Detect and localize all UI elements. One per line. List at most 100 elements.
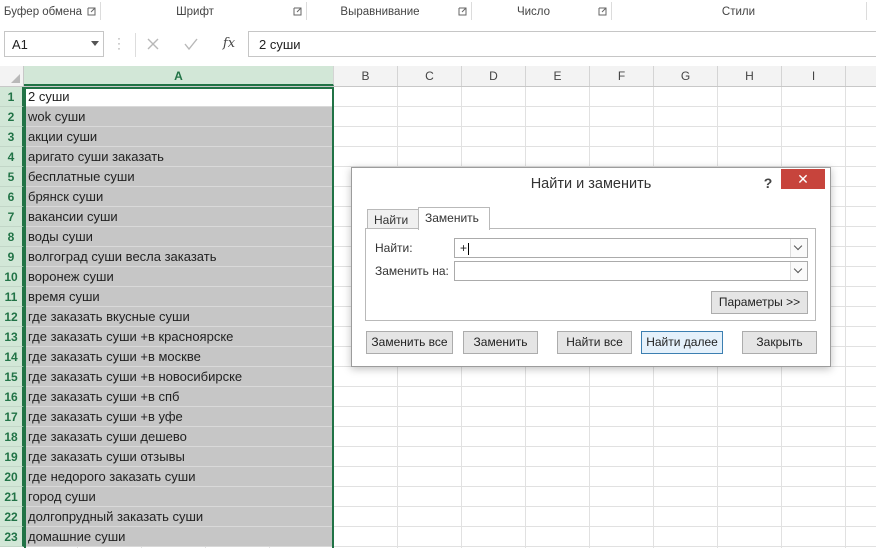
ribbon-group-clipboard: Буфер обмена <box>0 0 86 24</box>
row-header[interactable]: 10 <box>0 267 24 287</box>
cell-a[interactable]: где заказать суши +в красноярске <box>24 327 333 347</box>
row-header[interactable]: 8 <box>0 227 24 247</box>
column-header-a[interactable]: A <box>24 66 334 86</box>
font-dialog-launcher-icon[interactable] <box>293 7 302 16</box>
cell-a[interactable]: аригато суши заказать <box>24 147 333 167</box>
column-headers: A B C D E F G H I <box>0 66 876 87</box>
ribbon-group-number-label: Число <box>516 6 551 18</box>
column-header-e[interactable]: E <box>526 66 590 86</box>
cell-a[interactable]: где заказать вкусные суши <box>24 307 333 327</box>
column-a-cells: 2 суши wok суши акции суши аригато суши зак… <box>24 87 333 547</box>
find-all-button[interactable]: Найти все <box>557 331 632 354</box>
row-header[interactable]: 19 <box>0 447 24 467</box>
column-header-b[interactable]: B <box>334 66 398 86</box>
column-header-f[interactable]: F <box>590 66 654 86</box>
cell-a[interactable]: время суши <box>24 287 333 307</box>
cell-a[interactable]: домашние суши <box>24 527 333 547</box>
row-header[interactable]: 15 <box>0 367 24 387</box>
replace-with-combobox[interactable] <box>454 261 808 281</box>
chevron-down-icon[interactable] <box>790 239 807 257</box>
cell-a[interactable]: wok суши <box>24 107 333 127</box>
cell-a[interactable]: брянск суши <box>24 187 333 207</box>
tab-replace[interactable]: Заменить <box>418 207 490 230</box>
row-header[interactable]: 17 <box>0 407 24 427</box>
row-headers: 1 2 3 4 5 6 7 8 9 10 11 12 13 14 15 16 17 18 19 20 21 22 23 <box>0 87 24 547</box>
cell-a[interactable]: где заказать суши +в уфе <box>24 407 333 427</box>
chevron-down-icon[interactable] <box>790 262 807 280</box>
cell-a[interactable]: долгопрудный заказать суши <box>24 507 333 527</box>
name-box-value: A1 <box>12 37 28 52</box>
find-replace-dialog: Найти и заменить ? ✕ Найти Заменить Найт… <box>351 167 831 367</box>
find-what-combobox[interactable]: + <box>454 238 808 258</box>
alignment-dialog-launcher-icon[interactable] <box>458 7 467 16</box>
column-header-d[interactable]: D <box>462 66 526 86</box>
replace-with-label: Заменить на: <box>375 264 449 278</box>
row-header[interactable]: 11 <box>0 287 24 307</box>
cell-a[interactable]: акции суши <box>24 127 333 147</box>
row-header[interactable]: 6 <box>0 187 24 207</box>
dialog-close-button[interactable]: ✕ <box>781 169 825 189</box>
options-button[interactable]: Параметры >> <box>711 291 808 314</box>
dialog-title: Найти и заменить <box>530 176 652 192</box>
find-label: Найти: <box>375 241 413 255</box>
ribbon-group-bar: Буфер обмена Шрифт Выравнивание Число Ст… <box>0 0 876 25</box>
select-all-corner[interactable] <box>0 66 24 86</box>
cell-a[interactable]: где недорого заказать суши <box>24 467 333 487</box>
tab-find[interactable]: Найти <box>367 209 419 229</box>
row-header[interactable]: 7 <box>0 207 24 227</box>
row-header[interactable]: 14 <box>0 347 24 367</box>
clipboard-dialog-launcher-icon[interactable] <box>87 7 96 16</box>
tab-find-label: Найти <box>374 213 409 227</box>
row-header[interactable]: 9 <box>0 247 24 267</box>
replace-all-button[interactable]: Заменить все <box>366 331 453 354</box>
cell-a[interactable]: где заказать суши +в спб <box>24 387 333 407</box>
ribbon-group-font-label: Шрифт <box>176 6 214 18</box>
column-header-g[interactable]: G <box>654 66 718 86</box>
more-dots-icon[interactable]: · · · <box>117 32 121 54</box>
row-header[interactable]: 5 <box>0 167 24 187</box>
row-header[interactable]: 1 <box>0 87 24 107</box>
column-header-h[interactable]: H <box>718 66 782 86</box>
tab-replace-label: Заменить <box>425 211 479 225</box>
row-header[interactable]: 18 <box>0 427 24 447</box>
cell-a[interactable]: где заказать суши +в москве <box>24 347 333 367</box>
row-header[interactable]: 23 <box>0 527 24 547</box>
row-header[interactable]: 3 <box>0 127 24 147</box>
row-header[interactable]: 2 <box>0 107 24 127</box>
row-header[interactable]: 12 <box>0 307 24 327</box>
cell-a[interactable]: воронеж суши <box>24 267 333 287</box>
active-cell[interactable]: 2 суши <box>24 87 333 107</box>
number-dialog-launcher-icon[interactable] <box>598 7 607 16</box>
find-what-value: + <box>460 241 468 255</box>
row-header[interactable]: 22 <box>0 507 24 527</box>
check-icon[interactable] <box>180 33 202 55</box>
chevron-down-icon[interactable] <box>91 41 99 46</box>
formula-input[interactable]: 2 суши <box>248 31 876 57</box>
replace-button[interactable]: Заменить <box>463 331 538 354</box>
cell-a[interactable]: где заказать суши отзывы <box>24 447 333 467</box>
close-button[interactable]: Закрыть <box>742 331 817 354</box>
gridline <box>845 87 846 548</box>
name-box[interactable]: A1 <box>4 31 104 57</box>
row-header[interactable]: 16 <box>0 387 24 407</box>
row-header[interactable]: 21 <box>0 487 24 507</box>
cell-a[interactable]: город суши <box>24 487 333 507</box>
replace-tab-panel: Найти: + Заменить на: Параметры >> <box>365 228 816 321</box>
row-header[interactable]: 13 <box>0 327 24 347</box>
row-header[interactable]: 20 <box>0 467 24 487</box>
cancel-icon[interactable] <box>142 33 164 55</box>
insert-function-icon[interactable]: fx <box>218 33 240 55</box>
find-next-button[interactable]: Найти далее <box>641 331 723 354</box>
cell-a[interactable]: бесплатные суши <box>24 167 333 187</box>
formula-bar: A1 · · · fx 2 суши <box>0 24 876 67</box>
cell-a[interactable]: вакансии суши <box>24 207 333 227</box>
cell-a[interactable]: волгоград суши весла заказать <box>24 247 333 267</box>
column-header-i[interactable]: I <box>782 66 846 86</box>
cell-a[interactable]: где заказать суши дешево <box>24 427 333 447</box>
cell-a[interactable]: воды суши <box>24 227 333 247</box>
help-icon[interactable]: ? <box>761 172 775 194</box>
ribbon-group-number: Число <box>471 0 596 24</box>
cell-a[interactable]: где заказать суши +в новосибирске <box>24 367 333 387</box>
column-header-c[interactable]: C <box>398 66 462 86</box>
row-header[interactable]: 4 <box>0 147 24 167</box>
